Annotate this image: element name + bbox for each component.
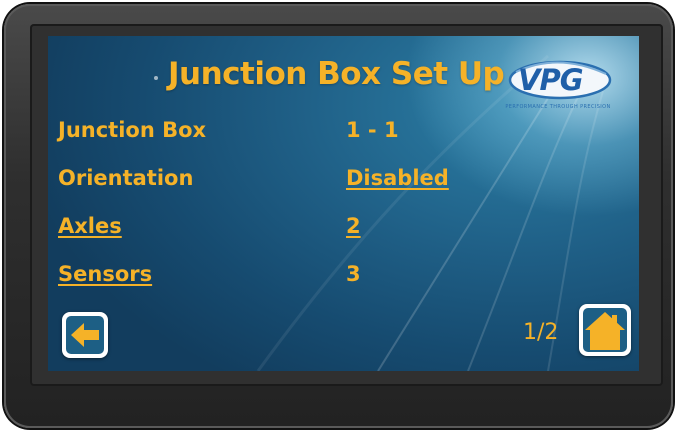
back-arrow-icon (71, 323, 99, 347)
vpg-logo: VPG PERFORMANCE THROUGH PRECISION (498, 58, 616, 120)
logo-tagline: PERFORMANCE THROUGH PRECISION (505, 104, 611, 110)
axles-link[interactable]: Axles (58, 214, 122, 238)
sensors-value: 3 (346, 262, 361, 286)
back-button[interactable] (62, 312, 108, 358)
junction-box-value: 1 - 1 (346, 118, 399, 142)
sensors-link[interactable]: Sensors (58, 262, 152, 286)
display-screen: Junction Box Set Up VPG PERFORMANCE THRO… (48, 36, 639, 371)
home-icon (585, 312, 625, 350)
orientation-value-link[interactable]: Disabled (346, 166, 449, 190)
home-button[interactable] (579, 304, 631, 356)
page-indicator: 1/2 (523, 320, 559, 345)
logo-text: VPG (518, 63, 584, 97)
orientation-label: Orientation (58, 166, 194, 190)
axles-value-link[interactable]: 2 (346, 214, 361, 238)
junction-box-label: Junction Box (58, 118, 207, 142)
page-title: Junction Box Set Up (168, 56, 505, 92)
